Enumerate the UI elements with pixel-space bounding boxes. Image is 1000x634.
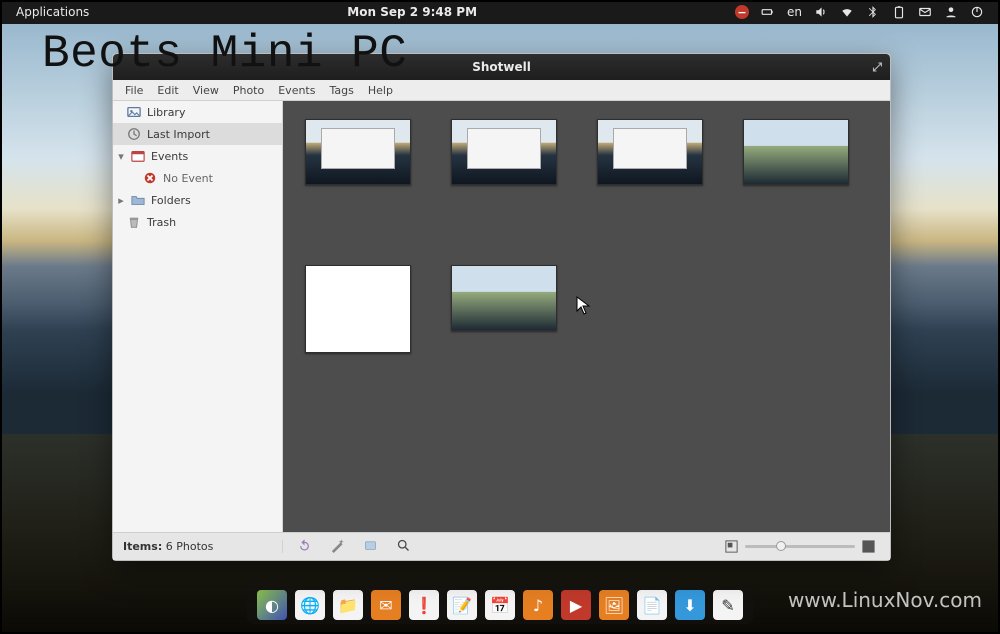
menu-events[interactable]: Events [272, 82, 321, 99]
menu-tags[interactable]: Tags [323, 82, 359, 99]
clock-icon [127, 127, 141, 141]
sidebar-item-label: Last Import [147, 128, 210, 141]
sidebar-item-label: Library [147, 106, 185, 119]
rotate-left-button[interactable] [297, 538, 312, 556]
photo-thumbnail[interactable] [451, 265, 557, 331]
statusbar: Items: 6 Photos [113, 532, 890, 560]
sidebar-item-events[interactable]: ▾ Events [113, 145, 282, 167]
library-icon [127, 105, 141, 119]
window-title: Shotwell [472, 60, 531, 74]
thumbnail-grid[interactable] [283, 101, 890, 532]
panel-clock[interactable]: Mon Sep 2 9:48 PM [341, 5, 483, 19]
search-button[interactable] [396, 538, 411, 556]
notification-indicator[interactable]: − [729, 5, 755, 19]
dock-app-launcher[interactable]: ◐ [257, 590, 287, 620]
zoom-in-icon [861, 539, 876, 554]
dock-app-editor[interactable]: ✎ [713, 590, 743, 620]
no-event-icon [143, 171, 157, 185]
sidebar-item-library[interactable]: Library [113, 101, 282, 123]
sidebar-item-last-import[interactable]: Last Import [113, 123, 282, 145]
menu-edit[interactable]: Edit [151, 82, 184, 99]
menu-file[interactable]: File [119, 82, 149, 99]
photo-thumbnail[interactable] [743, 119, 849, 185]
shutdown-indicator[interactable] [964, 5, 990, 19]
dock: ◐ 🌐 📁 ✉ ❗ 📝 📅 ♪ ▶ 🖼 📄 ⬇ ✎ [247, 586, 753, 624]
crop-button[interactable] [363, 538, 378, 556]
menubar: File Edit View Photo Events Tags Help [113, 80, 890, 101]
user-indicator[interactable] [938, 5, 964, 19]
sidebar-item-no-event[interactable]: No Event [113, 167, 282, 189]
sidebar-item-label: Folders [151, 194, 191, 207]
sidebar-item-folders[interactable]: ▸ Folders [113, 189, 282, 211]
dock-app-notes[interactable]: 📝 [447, 590, 477, 620]
dock-app-video[interactable]: ▶ [561, 590, 591, 620]
photo-thumbnail[interactable] [451, 119, 557, 185]
battery-indicator[interactable] [755, 5, 781, 19]
menu-view[interactable]: View [187, 82, 225, 99]
items-count: 6 Photos [166, 540, 214, 553]
dock-app-docs[interactable]: 📄 [637, 590, 667, 620]
zoom-slider[interactable] [724, 539, 876, 554]
bluetooth-indicator[interactable] [860, 5, 886, 19]
sound-indicator[interactable] [808, 5, 834, 19]
dock-app-browser[interactable]: 🌐 [295, 590, 325, 620]
sidebar-item-trash[interactable]: Trash [113, 211, 282, 233]
dock-app-mail[interactable]: ✉ [371, 590, 401, 620]
sidebar-item-label: Trash [147, 216, 176, 229]
sidebar: Library Last Import ▾ Events No Event [113, 101, 283, 532]
expand-icon[interactable]: ▾ [117, 150, 125, 163]
sidebar-item-label: No Event [163, 172, 213, 185]
network-indicator[interactable] [834, 5, 860, 19]
applications-menu[interactable]: Applications [10, 5, 95, 19]
dock-app-tasks[interactable]: ❗ [409, 590, 439, 620]
menu-photo[interactable]: Photo [227, 82, 270, 99]
items-label: Items: [123, 540, 162, 553]
power-status-indicator[interactable] [886, 5, 912, 19]
expand-icon[interactable]: ▸ [117, 194, 125, 207]
shotwell-window: Shotwell ⤢ File Edit View Photo Events T… [112, 53, 891, 561]
photo-thumbnail[interactable] [305, 265, 411, 353]
photo-thumbnail[interactable] [305, 119, 411, 185]
keyboard-layout-indicator[interactable]: en [781, 5, 808, 19]
dock-app-photos[interactable]: 🖼 [599, 590, 629, 620]
dock-app-calendar[interactable]: 📅 [485, 590, 515, 620]
dock-app-download[interactable]: ⬇ [675, 590, 705, 620]
maximize-icon[interactable]: ⤢ [872, 60, 882, 75]
events-icon [131, 149, 145, 163]
menu-help[interactable]: Help [362, 82, 399, 99]
zoom-out-icon [724, 539, 739, 554]
photo-thumbnail[interactable] [597, 119, 703, 185]
mail-indicator[interactable] [912, 5, 938, 19]
trash-icon [127, 215, 141, 229]
window-titlebar[interactable]: Shotwell ⤢ [113, 54, 890, 80]
dock-app-music[interactable]: ♪ [523, 590, 553, 620]
top-panel: Applications Mon Sep 2 9:48 PM − en [0, 0, 1000, 24]
sidebar-item-label: Events [151, 150, 188, 163]
folder-icon [131, 193, 145, 207]
enhance-button[interactable] [330, 538, 345, 556]
dock-app-files[interactable]: 📁 [333, 590, 363, 620]
